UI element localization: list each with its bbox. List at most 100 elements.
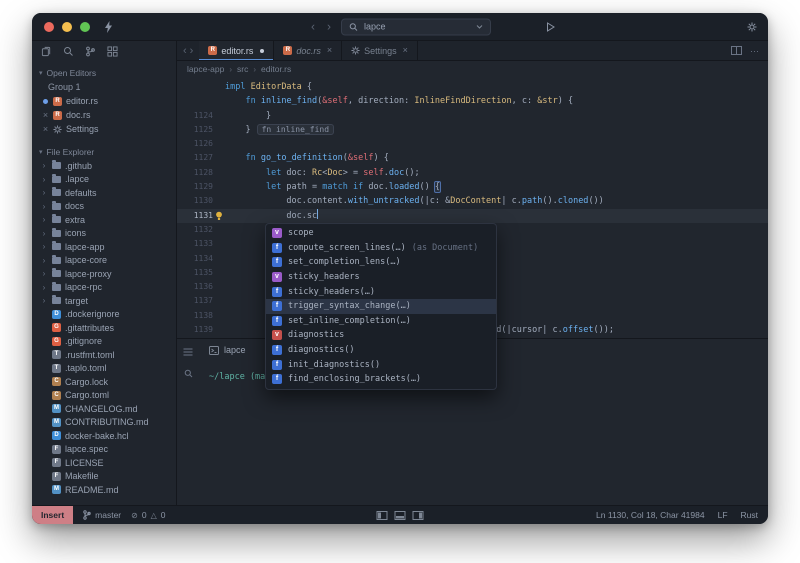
tree-file-item[interactable]: T.taplo.toml <box>32 362 176 376</box>
tree-file-item[interactable]: G.gitattributes <box>32 321 176 335</box>
tree-file-item[interactable]: G.gitignore <box>32 335 176 349</box>
completion-item[interactable]: fset_completion_lens(…) <box>266 255 496 270</box>
completion-item[interactable]: fset_inline_completion(…) <box>266 314 496 329</box>
line-number: 1126 <box>177 137 213 151</box>
breadcrumb-item[interactable]: editor.rs <box>261 64 291 74</box>
code-text: }fn inline_find <box>225 123 334 137</box>
code-line[interactable]: impl EditorData { <box>177 80 768 94</box>
search-panel-icon[interactable] <box>63 46 74 57</box>
settings-icon[interactable] <box>747 22 757 32</box>
code-line[interactable]: 1126 <box>177 137 768 151</box>
panel-left-icon[interactable] <box>377 511 388 520</box>
tabs-back-button[interactable]: ‹ <box>183 45 187 57</box>
more-options-icon[interactable]: ··· <box>750 46 759 56</box>
panel-bottom-icon[interactable] <box>395 511 406 520</box>
close-icon[interactable]: × <box>403 46 408 55</box>
close-icon[interactable]: × <box>42 125 49 134</box>
tree-file-item[interactable]: MREADME.md <box>32 483 176 497</box>
tree-file-item[interactable]: MCONTRIBUTING.md <box>32 416 176 430</box>
editor-tab[interactable]: Reditor.rs <box>199 41 274 60</box>
file-explorer-icon[interactable] <box>41 46 52 57</box>
file-name: lapce.spec <box>65 444 108 454</box>
completion-item[interactable]: vscope <box>266 226 496 241</box>
tree-folder-item[interactable]: ›lapce-proxy <box>32 267 176 281</box>
open-editor-item[interactable]: ×Rdoc.rs <box>32 108 176 122</box>
code-line[interactable]: 1131 doc.sc <box>177 209 768 223</box>
mode-indicator[interactable]: Insert <box>32 506 73 524</box>
completion-item[interactable]: fcompute_screen_lines(…)(as Document) <box>266 241 496 256</box>
breadcrumb-item[interactable]: src <box>237 64 248 74</box>
completion-item[interactable]: ffind_enclosing_brackets(…) <box>266 372 496 387</box>
tree-file-item[interactable]: T.rustfmt.toml <box>32 348 176 362</box>
code-line[interactable]: 1130 doc.content.with_untracked(|c: &Doc… <box>177 194 768 208</box>
tree-file-item[interactable]: Flapce.spec <box>32 443 176 457</box>
tree-file-item[interactable]: D.dockerignore <box>32 308 176 322</box>
lightbulb-icon <box>213 211 225 221</box>
code-line[interactable]: fn inline_find(&self, direction: InlineF… <box>177 94 768 108</box>
tree-folder-item[interactable]: ›icons <box>32 227 176 241</box>
completion-item[interactable]: fdiagnostics() <box>266 343 496 358</box>
completion-item[interactable]: vdiagnostics <box>266 328 496 343</box>
cursor-position[interactable]: Ln 1130, Col 18, Char 41984 <box>596 510 705 520</box>
split-editor-icon[interactable] <box>731 46 742 55</box>
tree-folder-item[interactable]: ›lapce-app <box>32 240 176 254</box>
command-palette[interactable]: lapce <box>341 18 491 35</box>
tree-folder-item[interactable]: ›lapce-rpc <box>32 281 176 295</box>
forward-button[interactable]: › <box>325 21 333 33</box>
code-line[interactable]: 1127 fn go_to_definition(&self) { <box>177 151 768 165</box>
terminal-search-icon[interactable] <box>184 369 193 378</box>
tree-folder-item[interactable]: ›extra <box>32 213 176 227</box>
titlebar: ‹ › lapce <box>32 13 768 41</box>
tree-folder-item[interactable]: ›target <box>32 294 176 308</box>
close-window-button[interactable] <box>44 22 54 32</box>
tree-file-item[interactable]: MCHANGELOG.md <box>32 402 176 416</box>
completion-item[interactable]: ftrigger_syntax_change(…) <box>266 299 496 314</box>
open-editors-header[interactable]: ▾ Open Editors <box>32 65 176 80</box>
folder-name: extra <box>65 215 85 225</box>
tab-label: editor.rs <box>221 46 253 56</box>
breadcrumb-item[interactable]: lapce-app <box>187 64 224 74</box>
folder-icon <box>52 176 61 183</box>
source-control-icon[interactable] <box>85 46 96 57</box>
language-indicator[interactable]: Rust <box>741 510 758 520</box>
code-line[interactable]: 1125 }fn inline_find <box>177 123 768 137</box>
modified-dot[interactable] <box>42 99 49 104</box>
extensions-icon[interactable] <box>107 46 118 57</box>
tree-folder-item[interactable]: ›lapce-core <box>32 254 176 268</box>
completion-item[interactable]: vsticky_headers <box>266 270 496 285</box>
minimize-window-button[interactable] <box>62 22 72 32</box>
run-button[interactable] <box>546 22 555 32</box>
editor-tab[interactable]: Settings× <box>342 41 418 60</box>
tree-file-item[interactable]: FMakefile <box>32 470 176 484</box>
terminal-tab[interactable]: lapce <box>199 339 256 361</box>
zoom-window-button[interactable] <box>80 22 90 32</box>
tree-folder-item[interactable]: ›.lapce <box>32 173 176 187</box>
tree-file-item[interactable]: CCargo.lock <box>32 375 176 389</box>
editor-tab[interactable]: Rdoc.rs× <box>274 41 342 60</box>
code-line[interactable]: 1128 let doc: Rc<Doc> = self.doc(); <box>177 166 768 180</box>
back-button[interactable]: ‹ <box>309 21 317 33</box>
tabs-forward-button[interactable]: › <box>190 45 194 57</box>
line-number: 1125 <box>177 123 213 137</box>
panel-right-icon[interactable] <box>413 511 424 520</box>
tree-folder-item[interactable]: ›defaults <box>32 186 176 200</box>
tree-file-item[interactable]: CCargo.toml <box>32 389 176 403</box>
eol-indicator[interactable]: LF <box>718 510 728 520</box>
tree-file-item[interactable]: Ddocker-bake.hcl <box>32 429 176 443</box>
tree-folder-item[interactable]: ›.github <box>32 159 176 173</box>
close-icon[interactable]: × <box>42 111 49 120</box>
completion-item[interactable]: fsticky_headers(…) <box>266 284 496 299</box>
tree-folder-item[interactable]: ›docs <box>32 200 176 214</box>
file-explorer-header[interactable]: ▾ File Explorer <box>32 144 176 159</box>
open-editor-item[interactable]: Reditor.rs <box>32 94 176 108</box>
code-line[interactable]: 1129 let path = match if doc.loaded() { <box>177 180 768 194</box>
terminal-list-icon[interactable] <box>183 348 193 356</box>
tree-file-item[interactable]: FLICENSE <box>32 456 176 470</box>
open-editor-item[interactable]: ×Settings <box>32 122 176 136</box>
file-name: .dockerignore <box>65 309 120 319</box>
problems-indicator[interactable]: ⊘ 0 △ 0 <box>131 510 165 520</box>
branch-indicator[interactable]: master <box>83 510 121 520</box>
completion-item[interactable]: finit_diagnostics() <box>266 357 496 372</box>
close-icon[interactable]: × <box>327 46 332 55</box>
code-line[interactable]: 1124 } <box>177 109 768 123</box>
